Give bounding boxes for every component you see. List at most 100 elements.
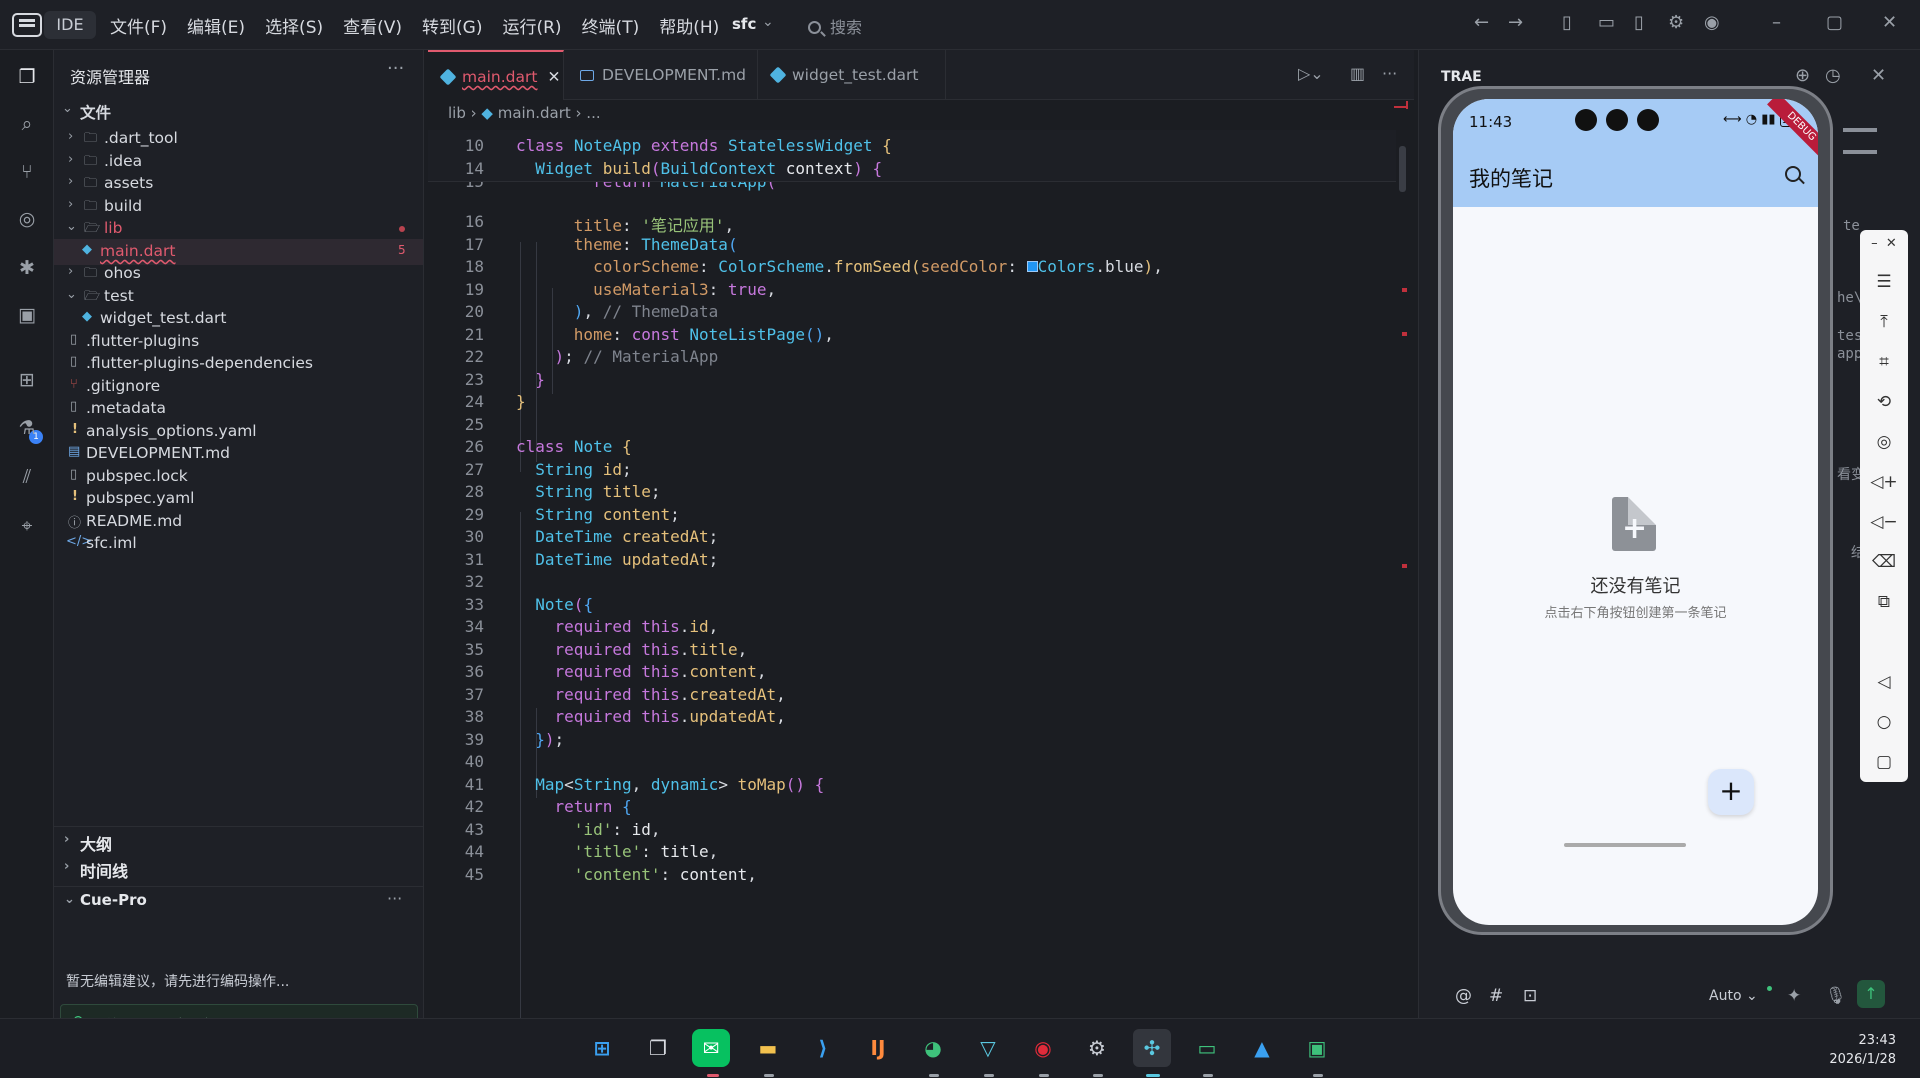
editor-scrollbar[interactable]: [1396, 130, 1406, 1018]
debug-bug-icon[interactable]: ✱: [12, 253, 42, 283]
app-logo-icon: [12, 13, 42, 37]
tree-item-sfc-iml[interactable]: </> sfc.iml: [54, 531, 423, 557]
menu-go[interactable]: 转到(G): [422, 13, 482, 38]
flutter-icon[interactable]: ⫽: [12, 462, 42, 492]
sparkle-icon[interactable]: ✦: [1787, 986, 1801, 1006]
file-icon: ▯: [70, 332, 78, 347]
toggle-panel-icon[interactable]: ▭: [1598, 12, 1615, 33]
menu-terminal[interactable]: 终端(T): [582, 13, 640, 38]
split-editor-icon[interactable]: ▥: [1350, 64, 1365, 83]
run-debug-icon[interactable]: ▷⌄: [1298, 64, 1324, 83]
send-button[interactable]: ↑: [1857, 980, 1885, 1008]
close-panel-icon[interactable]: ✕: [1871, 65, 1886, 86]
ide-app-icon[interactable]: ✣: [1133, 1029, 1171, 1067]
tab-main-dart[interactable]: main.dart ✕: [428, 50, 564, 100]
section-timeline[interactable]: › 时间线: [54, 854, 423, 882]
settings-gear-icon[interactable]: ⚙: [1668, 12, 1684, 33]
drive-app-icon[interactable]: ▲: [1243, 1029, 1281, 1067]
menu-edit[interactable]: 编辑(E): [187, 13, 245, 38]
hash-context-icon[interactable]: #: [1489, 986, 1503, 1006]
minimize-icon[interactable]: –: [1772, 12, 1781, 33]
nav-recents-icon[interactable]: ▢: [1860, 752, 1908, 772]
minimize-emulator-icon[interactable]: – ✕: [1860, 236, 1908, 251]
search-view-icon[interactable]: ⌕: [12, 109, 42, 139]
chevron-down-icon[interactable]: ⌄: [762, 14, 774, 30]
preview-eye-icon[interactable]: ◎: [12, 204, 42, 234]
nav-back-icon[interactable]: ◁: [1860, 672, 1908, 692]
menu-icon[interactable]: ☰: [1860, 272, 1908, 292]
chevron-right-icon: ›: [64, 859, 70, 874]
record-icon[interactable]: ◎: [1860, 432, 1908, 452]
start-windows-icon[interactable]: ⊞: [583, 1029, 621, 1067]
tab-development-md[interactable]: DEVELOPMENT.md: [564, 50, 758, 100]
volume-up-icon[interactable]: ◁+: [1860, 472, 1908, 492]
microphone-icon[interactable]: 🎙: [1825, 986, 1847, 1006]
vscode-icon[interactable]: ⟩: [804, 1029, 842, 1067]
testing-flask-icon[interactable]: ⚗: [12, 413, 42, 443]
more-actions-icon[interactable]: ···: [387, 58, 404, 79]
back-arrow-icon[interactable]: ←: [1474, 12, 1489, 33]
nav-home-icon[interactable]: ○: [1860, 712, 1908, 732]
chat-app-icon[interactable]: ▭: [1188, 1029, 1226, 1067]
peek-text: app: [1837, 346, 1863, 362]
explorer-files-icon[interactable]: ❐: [12, 62, 42, 92]
jetbrains-icon[interactable]: IJ: [859, 1029, 897, 1067]
dart-file-icon: ◆: [82, 309, 92, 324]
remote-monitor-icon[interactable]: ▣: [12, 300, 42, 330]
extensions-icon[interactable]: ⊞: [12, 365, 42, 395]
trae-app-icon[interactable]: ▽: [969, 1029, 1007, 1067]
close-tab-icon[interactable]: ✕: [547, 68, 560, 86]
steam-icon[interactable]: ⚙: [1078, 1029, 1116, 1067]
system-clock[interactable]: 23:43 2026/1/28: [1829, 1031, 1896, 1069]
home-indicator[interactable]: [1564, 843, 1686, 847]
more-actions-icon[interactable]: ···: [1382, 64, 1397, 83]
mention-at-icon[interactable]: @: [1455, 986, 1472, 1006]
new-chat-icon[interactable]: ⊕: [1795, 65, 1810, 86]
add-note-button[interactable]: +: [1708, 769, 1754, 815]
menu-view[interactable]: 查看(V): [343, 13, 402, 38]
file-explorer-icon[interactable]: ▬: [749, 1029, 787, 1067]
inspect-icon[interactable]: ⌖: [12, 511, 42, 541]
netease-music-icon[interactable]: ◉: [1024, 1029, 1062, 1067]
ide-badge[interactable]: IDE: [44, 11, 96, 39]
pin-top-icon[interactable]: ⤒: [1860, 312, 1908, 332]
forward-arrow-icon[interactable]: →: [1508, 12, 1523, 33]
menu-run[interactable]: 运行(R): [502, 13, 561, 38]
yaml-icon: !: [72, 489, 78, 504]
project-switcher[interactable]: sfc: [732, 15, 756, 33]
menu-help[interactable]: 帮助(H): [659, 13, 719, 38]
source-control-icon[interactable]: ⑂: [12, 157, 42, 187]
section-outline[interactable]: › 大纲: [54, 826, 423, 854]
volume-down-icon[interactable]: ◁−: [1860, 512, 1908, 532]
tree-root-files[interactable]: ⌄ 文件: [54, 98, 423, 124]
info-icon: ⓘ: [68, 516, 82, 531]
scrollbar-thumb[interactable]: [1399, 146, 1406, 192]
toggle-aux-bar-icon[interactable]: ▯: [1634, 12, 1644, 33]
crop-screenshot-icon[interactable]: ⌗: [1860, 352, 1908, 372]
image-upload-icon[interactable]: ⊡: [1523, 986, 1537, 1006]
search-icon: [808, 21, 821, 34]
wechat-icon[interactable]: ✉: [692, 1029, 730, 1067]
menu-file[interactable]: 文件(F): [110, 13, 167, 38]
sticky-scroll-header[interactable]: 10 class NoteApp extends StatelessWidget…: [428, 130, 1398, 182]
rotate-icon[interactable]: ⟲: [1860, 392, 1908, 412]
search-icon[interactable]: [1785, 166, 1801, 182]
history-icon[interactable]: ◷: [1825, 65, 1841, 86]
code-editor[interactable]: 15 return MaterialApp( 16 title: '笔记应用',…: [428, 130, 1398, 1018]
edge-browser-icon[interactable]: ◕: [914, 1029, 952, 1067]
toggle-sidebar-icon[interactable]: ▯: [1562, 12, 1572, 33]
tab-widget-test[interactable]: widget_test.dart: [758, 50, 946, 100]
section-cue-pro[interactable]: ⌄ Cue-Pro ···: [54, 886, 423, 914]
account-icon[interactable]: ◉: [1704, 12, 1720, 33]
maximize-icon[interactable]: ▢: [1826, 12, 1843, 33]
model-selector[interactable]: Auto ⌄: [1709, 988, 1758, 1004]
erase-icon[interactable]: ⌫: [1860, 552, 1908, 572]
command-search[interactable]: 搜索: [808, 14, 862, 38]
task-view-icon[interactable]: ❐: [639, 1029, 677, 1067]
close-window-icon[interactable]: ✕: [1882, 12, 1897, 33]
multi-window-icon[interactable]: ⧉: [1860, 592, 1908, 612]
more-actions-icon[interactable]: ···: [387, 889, 402, 908]
menu-selection[interactable]: 选择(S): [265, 13, 323, 38]
folder-icon: 🗀: [84, 176, 98, 191]
devtools-app-icon[interactable]: ▣: [1298, 1029, 1336, 1067]
